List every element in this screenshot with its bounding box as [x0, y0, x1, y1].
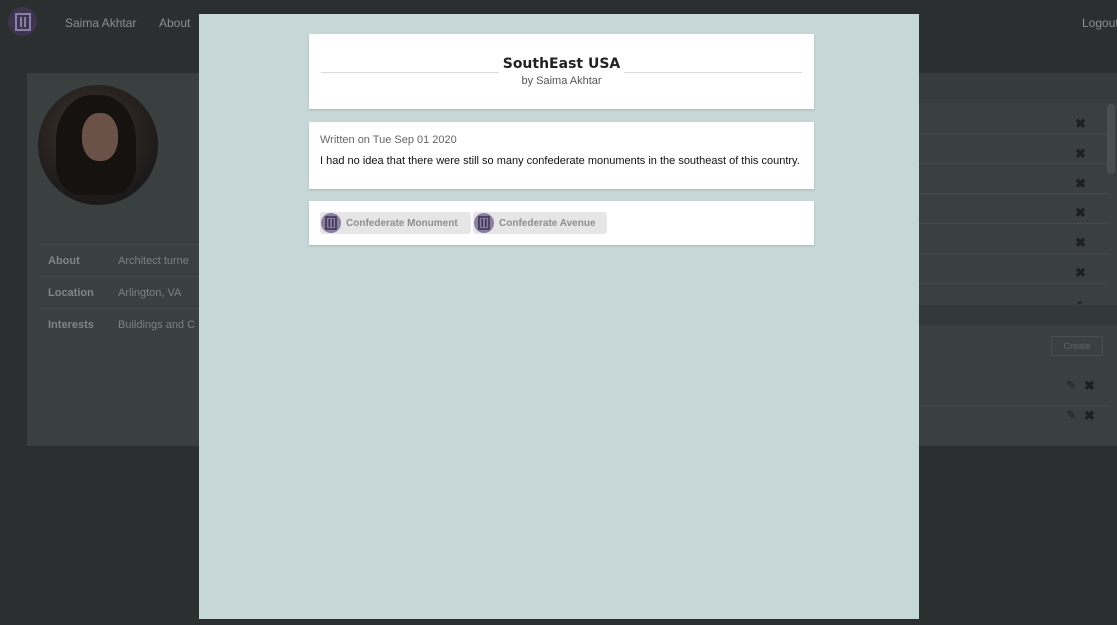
- delete-icon[interactable]: ✖: [1075, 116, 1086, 132]
- story-author: by Saima Akhtar: [521, 75, 602, 87]
- nav-about-link[interactable]: About: [159, 16, 190, 30]
- story-modal: SouthEast USA by Saima Akhtar Written on…: [199, 14, 919, 619]
- nav-logout-link[interactable]: Logout: [1082, 16, 1117, 30]
- delete-icon[interactable]: ✖: [1075, 265, 1086, 281]
- delete-icon[interactable]: ✖: [1084, 408, 1095, 424]
- monument-icon: [321, 213, 341, 233]
- nav-user-link[interactable]: Saima Akhtar: [65, 16, 136, 30]
- title-divider: [321, 72, 499, 73]
- profile-label-interests: Interests: [39, 308, 109, 341]
- title-divider: [624, 72, 802, 73]
- app-logo-icon[interactable]: [8, 7, 37, 36]
- list-header: [918, 73, 1117, 103]
- story-title: SouthEast USA: [502, 56, 621, 72]
- story-text: I had no idea that there were still so m…: [320, 155, 800, 167]
- tag-label: Confederate Avenue: [499, 217, 596, 229]
- delete-icon[interactable]: ✖: [1075, 146, 1086, 162]
- delete-icon[interactable]: ✖: [1075, 205, 1086, 221]
- table-row: Location Arlington, VA: [39, 276, 219, 309]
- edit-icon[interactable]: ✎: [1066, 378, 1076, 392]
- story-body-panel: Written on Tue Sep 01 2020 I had no idea…: [309, 122, 814, 189]
- story-tags-panel: Confederate Monument Confederate Avenue: [309, 201, 814, 245]
- profile-info-table: About Architect turne Location Arlington…: [39, 244, 219, 341]
- edit-icon[interactable]: ✎: [1066, 408, 1076, 422]
- table-row: Interests Buildings and C: [39, 308, 219, 341]
- story-title-panel: SouthEast USA by Saima Akhtar: [309, 34, 814, 109]
- profile-label-location: Location: [39, 276, 109, 309]
- tag-chip[interactable]: Confederate Avenue: [473, 212, 607, 234]
- story-date: Written on Tue Sep 01 2020: [320, 134, 457, 146]
- tag-label: Confederate Monument: [346, 217, 458, 229]
- profile-label-about: About: [39, 244, 109, 277]
- list-item: [918, 406, 1107, 436]
- section-divider: [918, 305, 1117, 325]
- scrollbar[interactable]: [1107, 104, 1115, 174]
- list-item: [918, 366, 1107, 406]
- delete-icon[interactable]: ✖: [1075, 176, 1086, 192]
- delete-icon[interactable]: ✖: [1084, 378, 1095, 394]
- avatar: [38, 85, 158, 205]
- tag-chip[interactable]: Confederate Monument: [320, 212, 471, 234]
- create-button[interactable]: Create: [1051, 336, 1103, 356]
- table-row: About Architect turne: [39, 244, 219, 277]
- monument-icon: [474, 213, 494, 233]
- delete-icon[interactable]: ✖: [1075, 235, 1086, 251]
